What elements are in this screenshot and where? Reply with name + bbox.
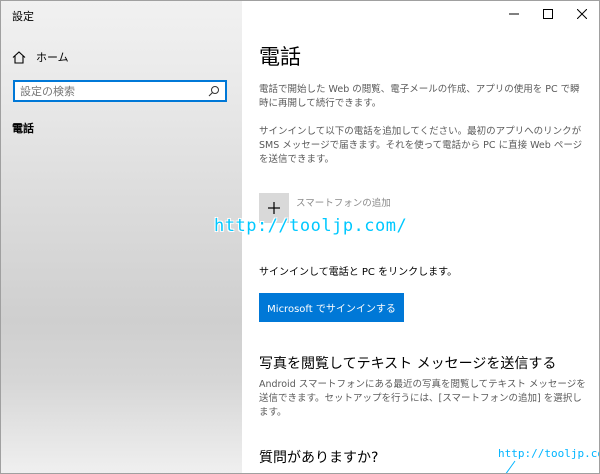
link-phone-text: サインインして電話と PC をリンクします。 [259, 267, 458, 278]
page-title: 電話 [259, 45, 301, 69]
sidebar-item-home-label: ホーム [36, 51, 69, 64]
minimize-button[interactable] [497, 1, 531, 27]
signin-instructions: サインインして以下の電話を追加してください。最初のアプリへのリンクが SMS メ… [259, 126, 583, 165]
settings-window: 設定 ホーム 電話 電話 電話で開始した Web の閲覧、電子メールの作成、アプ… [0, 0, 600, 474]
plus-icon [268, 202, 280, 214]
minimize-icon [509, 13, 519, 15]
section-photos-messages-description: Android スマートフォンにある最近の写真を閲覧してテキスト メッセージを送… [259, 379, 586, 418]
intro-description: 電話で開始した Web の閲覧、電子メールの作成、アプリの使用を PC で瞬時に… [259, 84, 580, 109]
main-content: 電話 電話で開始した Web の閲覧、電子メールの作成、アプリの使用を PC で… [242, 1, 599, 473]
home-icon [12, 50, 26, 64]
close-icon [577, 9, 587, 19]
window-controls [497, 1, 599, 27]
app-title: 設定 [12, 10, 34, 23]
sidebar-category-phone[interactable]: 電話 [12, 120, 34, 136]
watermark-text: http://tooljp.com/ [214, 216, 408, 236]
close-button[interactable] [565, 1, 599, 27]
maximize-icon [543, 9, 553, 19]
sidebar: 設定 ホーム 電話 [1, 1, 242, 473]
search-input[interactable] [15, 84, 200, 98]
watermark-slash [505, 460, 516, 473]
search-icon[interactable] [208, 85, 220, 97]
add-phone-label: スマートフォンの追加 [296, 198, 391, 209]
watermark-corner-text: http://tooljp.com [498, 447, 600, 460]
section-questions-title: 質問がありますか? [259, 450, 379, 466]
sidebar-item-home[interactable]: ホーム [12, 47, 69, 67]
microsoft-signin-button[interactable]: Microsoft でサインインする [259, 293, 404, 322]
search-box [13, 80, 227, 102]
section-photos-messages-title: 写真を閲覧してテキスト メッセージを送信する [259, 356, 557, 372]
maximize-button[interactable] [531, 1, 565, 27]
